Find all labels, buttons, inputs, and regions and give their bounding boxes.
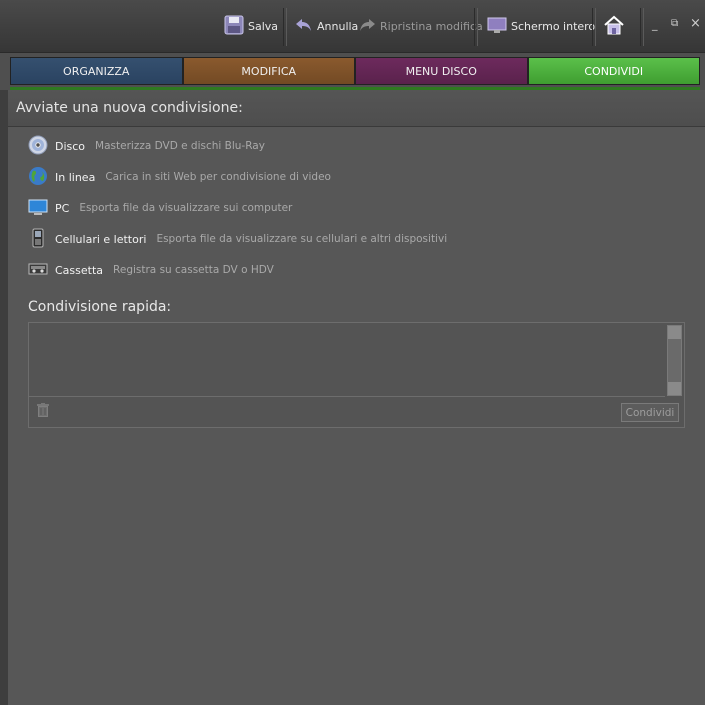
fullscreen-button[interactable]: Schermo intero bbox=[487, 14, 595, 38]
trash-icon[interactable] bbox=[37, 403, 49, 417]
left-panel-edge bbox=[0, 90, 8, 705]
home-button[interactable] bbox=[603, 14, 625, 38]
toolbar-separator bbox=[592, 8, 596, 46]
scroll-down-icon[interactable] bbox=[668, 382, 681, 395]
toolbar-separator bbox=[283, 8, 287, 46]
tab-menu-disco[interactable]: MENU DISCO bbox=[355, 57, 528, 85]
floppy-disk-icon bbox=[224, 15, 244, 38]
fullscreen-monitor-icon bbox=[487, 16, 507, 37]
panel-title: Avviate una nuova condivisione: bbox=[16, 100, 243, 116]
quick-share-box: Condividi bbox=[28, 322, 685, 428]
quick-share-list[interactable] bbox=[29, 323, 665, 397]
undo-label: Annulla bbox=[317, 19, 359, 33]
save-label: Salva bbox=[248, 19, 279, 33]
minimize-icon[interactable]: _ bbox=[652, 18, 658, 31]
option-description: Esporta file da visualizzare sui compute… bbox=[79, 202, 293, 214]
share-option-mobile[interactable]: Cellulari e lettori Esporta file da visu… bbox=[28, 228, 447, 250]
share-option-tape[interactable]: Cassetta Registra su cassetta DV o HDV bbox=[28, 259, 274, 281]
panel-header: Avviate una nuova condivisione: bbox=[8, 90, 705, 127]
redo-arrow-icon bbox=[358, 17, 376, 36]
top-toolbar: Salva Annulla Ripristina modifica Scherm… bbox=[0, 0, 705, 53]
globe-icon bbox=[28, 166, 50, 188]
option-description: Carica in siti Web per condivisione di v… bbox=[105, 171, 331, 183]
option-name: Cassetta bbox=[55, 263, 104, 277]
redo-label: Ripristina modifica bbox=[380, 19, 483, 33]
tape-icon bbox=[28, 259, 50, 281]
home-icon bbox=[603, 15, 625, 38]
workspace-tabs: ORGANIZZA MODIFICA MENU DISCO CONDIVIDI bbox=[10, 57, 700, 90]
tab-modifica[interactable]: MODIFICA bbox=[182, 57, 355, 85]
save-button[interactable]: Salva bbox=[224, 14, 278, 38]
option-name: In linea bbox=[55, 170, 96, 184]
option-name: Cellulari e lettori bbox=[55, 232, 147, 246]
toolbar-separator bbox=[640, 8, 644, 46]
toolbar-separator bbox=[474, 8, 478, 46]
quick-share-button[interactable]: Condividi bbox=[621, 403, 679, 422]
quick-share-scrollbar[interactable] bbox=[667, 325, 682, 396]
fullscreen-label: Schermo intero bbox=[511, 19, 596, 33]
quick-share-title: Condivisione rapida: bbox=[28, 299, 172, 315]
undo-arrow-icon bbox=[295, 17, 313, 36]
monitor-icon bbox=[28, 197, 50, 219]
share-option-online[interactable]: In linea Carica in siti Web per condivis… bbox=[28, 166, 331, 188]
option-description: Registra su cassetta DV o HDV bbox=[113, 264, 274, 276]
share-option-disc[interactable]: Disco Masterizza DVD e dischi Blu-Ray bbox=[28, 135, 265, 157]
quick-share-footer: Condividi bbox=[29, 397, 684, 427]
share-option-pc[interactable]: PC Esporta file da visualizzare sui comp… bbox=[28, 197, 292, 219]
option-name: PC bbox=[55, 201, 70, 215]
option-description: Esporta file da visualizzare su cellular… bbox=[156, 233, 448, 245]
disc-icon bbox=[28, 135, 50, 157]
share-panel: Avviate una nuova condivisione: Disco Ma… bbox=[8, 90, 705, 705]
option-description: Masterizza DVD e dischi Blu-Ray bbox=[95, 140, 265, 152]
tab-condividi[interactable]: CONDIVIDI bbox=[527, 57, 700, 85]
redo-button[interactable]: Ripristina modifica bbox=[358, 14, 483, 38]
tab-organizza[interactable]: ORGANIZZA bbox=[10, 57, 183, 85]
phone-icon bbox=[28, 228, 50, 250]
scroll-up-icon[interactable] bbox=[668, 326, 681, 339]
restore-icon[interactable]: ⧉ bbox=[671, 18, 678, 29]
close-icon[interactable]: × bbox=[690, 16, 701, 31]
undo-button[interactable]: Annulla bbox=[295, 14, 358, 38]
option-name: Disco bbox=[55, 139, 86, 153]
